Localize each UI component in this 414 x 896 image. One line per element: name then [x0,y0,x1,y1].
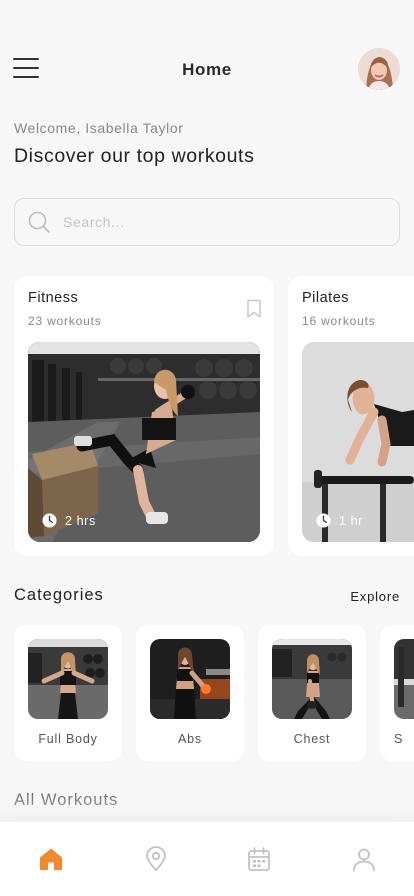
category-image [150,639,230,719]
duration-label: 1 hr [339,513,363,528]
card-title: Fitness [28,290,79,306]
nav-home[interactable] [38,846,64,872]
headline: Discover our top workouts [14,145,255,167]
bottom-nav [0,822,414,896]
category-label: S [394,732,404,746]
category-abs[interactable]: Abs [136,625,244,761]
nav-location[interactable] [143,846,169,872]
categories-title: Categories [14,586,104,604]
page-title: Home [182,60,232,79]
category-label: Full Body [38,732,98,746]
category-full-body[interactable]: Full Body [14,625,122,761]
app-header: Home [0,0,414,110]
all-workouts-title: All Workouts [14,791,119,809]
avatar[interactable] [358,48,400,90]
bookmark-icon[interactable] [246,299,262,319]
profile-icon [353,848,375,872]
home-icon [40,848,62,870]
location-icon [146,846,166,871]
card-title: Pilates [302,290,350,306]
clock-icon [316,513,331,528]
workout-image: 1 hr [302,342,414,542]
welcome-text: Welcome, Isabella Taylor [14,120,184,136]
card-subtitle: 16 workouts [302,314,376,328]
clock-icon [42,513,57,528]
explore-link[interactable]: Explore [350,589,400,604]
search-icon [28,211,50,233]
category-label: Chest [293,732,331,746]
category-image [28,639,108,719]
category-image [272,639,352,719]
nav-profile[interactable] [351,846,377,872]
nav-calendar[interactable] [246,846,272,872]
category-partial[interactable]: S [380,625,414,761]
category-image [394,639,414,719]
category-chest[interactable]: Chest [258,625,366,761]
search-bar[interactable] [14,198,400,246]
calendar-icon [248,847,270,871]
duration-badge: 1 hr [316,513,363,528]
card-subtitle: 23 workouts [28,314,102,328]
duration-badge: 2 hrs [42,513,96,528]
search-input[interactable] [63,214,363,230]
duration-label: 2 hrs [65,513,96,528]
workout-card-fitness[interactable]: Fitness 23 workouts 2 hrs [14,276,274,556]
workout-image: 2 hrs [28,342,260,542]
workout-card-pilates[interactable]: Pilates 16 workouts 1 hr [288,276,414,556]
avatar-image [358,48,400,90]
category-label: Abs [178,732,202,746]
